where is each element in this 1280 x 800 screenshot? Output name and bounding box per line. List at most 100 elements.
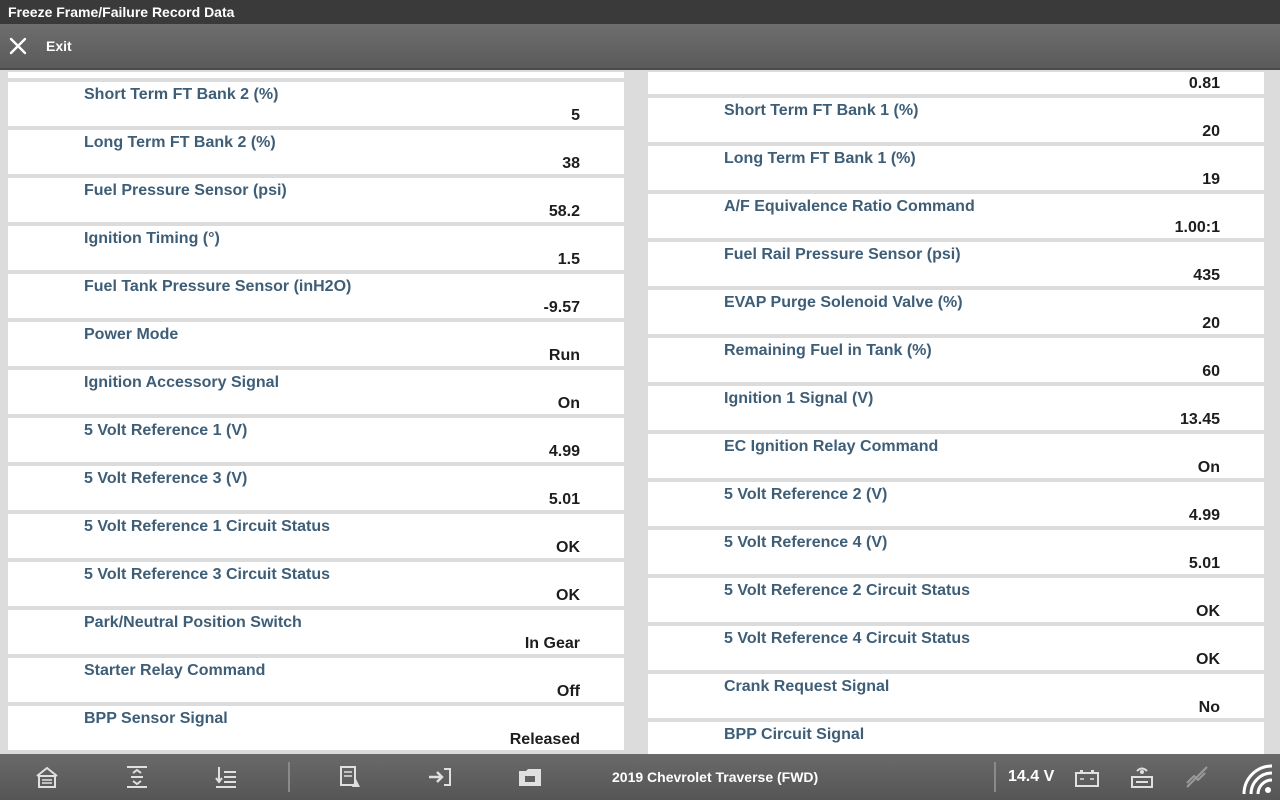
right-column-rows: HO2S Bank 1 Sensor 1 (V)0.81 Short Term F… xyxy=(648,72,1264,754)
data-row[interactable]: Remaining Fuel in Tank (%) 60 xyxy=(648,338,1264,382)
parameter-value: Run xyxy=(548,347,580,364)
data-row[interactable]: 5 Volt Reference 3 Circuit Status OK xyxy=(8,562,624,606)
data-row[interactable]: 0.20 xyxy=(8,72,624,78)
data-row[interactable]: 5 Volt Reference 1 Circuit Status OK xyxy=(8,514,624,558)
data-list[interactable]: 0.20 Short Term FT Bank 2 (%) 5 Long Term F… xyxy=(0,72,1280,754)
parameter-value: On xyxy=(557,395,580,412)
parameter-label: 5 Volt Reference 3 (V) xyxy=(84,470,248,487)
left-column-rows: 0.20 Short Term FT Bank 2 (%) 5 Long Term F… xyxy=(8,72,624,754)
parameter-value: Off xyxy=(556,683,580,700)
data-row[interactable]: 5 Volt Reference 2 (V) 4.99 xyxy=(648,482,1264,526)
parameter-value: 60 xyxy=(1202,363,1220,380)
save-icon[interactable] xyxy=(426,763,454,791)
right-column[interactable]: HO2S Bank 1 Sensor 1 (V)0.81 Short Term F… xyxy=(648,72,1264,754)
parameter-label: Remaining Fuel in Tank (%) xyxy=(724,342,932,359)
parameter-value: No xyxy=(1198,699,1220,716)
toolbar-divider xyxy=(994,762,996,792)
parameter-value: 38 xyxy=(562,155,580,172)
parameter-value: 13.45 xyxy=(1179,411,1220,428)
parameter-value: 58.2 xyxy=(548,203,580,220)
parameter-label: Short Term FT Bank 1 (%) xyxy=(724,102,919,119)
parameter-label: Short Term FT Bank 2 (%) xyxy=(84,86,279,103)
parameter-label: Fuel Tank Pressure Sensor (inH2O) xyxy=(84,278,352,295)
parameter-label: 5 Volt Reference 3 Circuit Status xyxy=(84,566,330,583)
parameter-label: 5 Volt Reference 1 Circuit Status xyxy=(84,518,330,535)
parameter-value: 20 xyxy=(1202,315,1220,332)
parameter-value: 4.99 xyxy=(1188,507,1220,524)
data-row[interactable]: HO2S Bank 1 Sensor 1 (V)0.81 xyxy=(648,72,1264,94)
data-row[interactable]: Crank Request Signal No xyxy=(648,674,1264,718)
parameter-label: A/F Equivalence Ratio Command xyxy=(724,198,975,215)
parameter-label: Crank Request Signal xyxy=(724,678,890,695)
exit-button[interactable]: Exit xyxy=(8,32,72,60)
parameter-value: 1.5 xyxy=(557,251,580,268)
parameter-label: 5 Volt Reference 1 (V) xyxy=(84,422,248,439)
report-icon[interactable] xyxy=(336,763,364,791)
parameter-value: 1.00:1 xyxy=(1174,219,1220,236)
parameter-value: 0.20 xyxy=(549,72,580,77)
parameter-value: OK xyxy=(1196,603,1220,620)
data-row[interactable]: BPP Circuit Signal xyxy=(648,722,1264,754)
bottom-bar: 2019 Chevrolet Traverse (FWD) 14.4 V xyxy=(0,754,1280,800)
parameter-label: Long Term FT Bank 1 (%) xyxy=(724,150,916,167)
data-row[interactable]: Long Term FT Bank 2 (%) 38 xyxy=(8,130,624,174)
parameter-value: -9.57 xyxy=(543,299,580,316)
data-row[interactable]: A/F Equivalence Ratio Command 1.00:1 xyxy=(648,194,1264,238)
parameter-label: 5 Volt Reference 4 (V) xyxy=(724,534,888,551)
folder-icon[interactable] xyxy=(516,763,544,791)
close-icon xyxy=(9,37,27,55)
parameter-label: Ignition 1 Signal (V) xyxy=(724,390,874,407)
data-row[interactable]: Ignition 1 Signal (V) 13.45 xyxy=(648,386,1264,430)
data-row[interactable]: Fuel Rail Pressure Sensor (psi) 435 xyxy=(648,242,1264,286)
parameter-value: OK xyxy=(556,587,580,604)
vci-icon[interactable] xyxy=(1128,763,1156,791)
parameter-label: Starter Relay Command xyxy=(84,662,266,679)
data-row[interactable]: 5 Volt Reference 4 Circuit Status OK xyxy=(648,626,1264,670)
data-row[interactable]: EC Ignition Relay Command On xyxy=(648,434,1264,478)
vehicle-name: 2019 Chevrolet Traverse (FWD) xyxy=(612,769,819,785)
data-row[interactable]: BPP Sensor Signal Released xyxy=(8,706,624,750)
data-row[interactable]: Starter Relay Command Off xyxy=(8,658,624,702)
no-connection-icon xyxy=(1186,766,1208,788)
parameter-value: OK xyxy=(556,539,580,556)
parameter-label: Power Mode xyxy=(84,326,179,343)
parameter-label: EVAP Purge Solenoid Valve (%) xyxy=(724,294,963,311)
parameter-value: 435 xyxy=(1193,267,1220,284)
data-row[interactable]: Fuel Tank Pressure Sensor (inH2O) -9.57 xyxy=(8,274,624,318)
home-icon[interactable] xyxy=(33,763,61,791)
parameter-label: BPP Circuit Signal xyxy=(724,726,865,743)
parameter-value: Released xyxy=(509,731,580,748)
parameter-value: 20 xyxy=(1202,123,1220,140)
parameter-label: Fuel Rail Pressure Sensor (psi) xyxy=(724,246,961,263)
parameter-label: 5 Volt Reference 2 Circuit Status xyxy=(724,582,970,599)
data-row[interactable]: Ignition Accessory Signal On xyxy=(8,370,624,414)
data-row[interactable]: 5 Volt Reference 2 Circuit Status OK xyxy=(648,578,1264,622)
parameter-value: 19 xyxy=(1202,171,1220,188)
data-row[interactable]: Long Term FT Bank 1 (%) 19 xyxy=(648,146,1264,190)
parameter-label: Ignition Accessory Signal xyxy=(84,374,280,391)
collapse-all-icon[interactable] xyxy=(212,763,240,791)
data-row[interactable]: Power Mode Run xyxy=(8,322,624,366)
parameter-label: 5 Volt Reference 4 Circuit Status xyxy=(724,630,970,647)
data-row[interactable]: Park/Neutral Position Switch In Gear xyxy=(8,610,624,654)
data-row[interactable]: Short Term FT Bank 2 (%) 5 xyxy=(8,82,624,126)
data-row[interactable]: 5 Volt Reference 4 (V) 5.01 xyxy=(648,530,1264,574)
window-title: Freeze Frame/Failure Record Data xyxy=(0,0,1280,24)
data-row[interactable]: Short Term FT Bank 1 (%) 20 xyxy=(648,98,1264,142)
data-row[interactable]: Ignition Timing (°) 1.5 xyxy=(8,226,624,270)
data-row[interactable]: Fuel Pressure Sensor (psi) 58.2 xyxy=(8,178,624,222)
wifi-icon[interactable] xyxy=(1238,760,1274,796)
parameter-label: Fuel Pressure Sensor (psi) xyxy=(84,182,287,199)
left-column[interactable]: 0.20 Short Term FT Bank 2 (%) 5 Long Term F… xyxy=(8,72,624,754)
expand-all-icon[interactable] xyxy=(123,763,151,791)
parameter-value: 0.81 xyxy=(1188,75,1220,92)
parameter-label: Ignition Timing (°) xyxy=(84,230,220,247)
data-row[interactable]: EVAP Purge Solenoid Valve (%) 20 xyxy=(648,290,1264,334)
parameter-label: Park/Neutral Position Switch xyxy=(84,614,302,631)
exit-label: Exit xyxy=(46,38,72,54)
toolbar-divider xyxy=(288,762,290,792)
data-row[interactable]: 5 Volt Reference 3 (V) 5.01 xyxy=(8,466,624,510)
battery-voltage: 14.4 V xyxy=(1008,768,1055,785)
parameter-value: 5.01 xyxy=(548,491,580,508)
data-row[interactable]: 5 Volt Reference 1 (V) 4.99 xyxy=(8,418,624,462)
